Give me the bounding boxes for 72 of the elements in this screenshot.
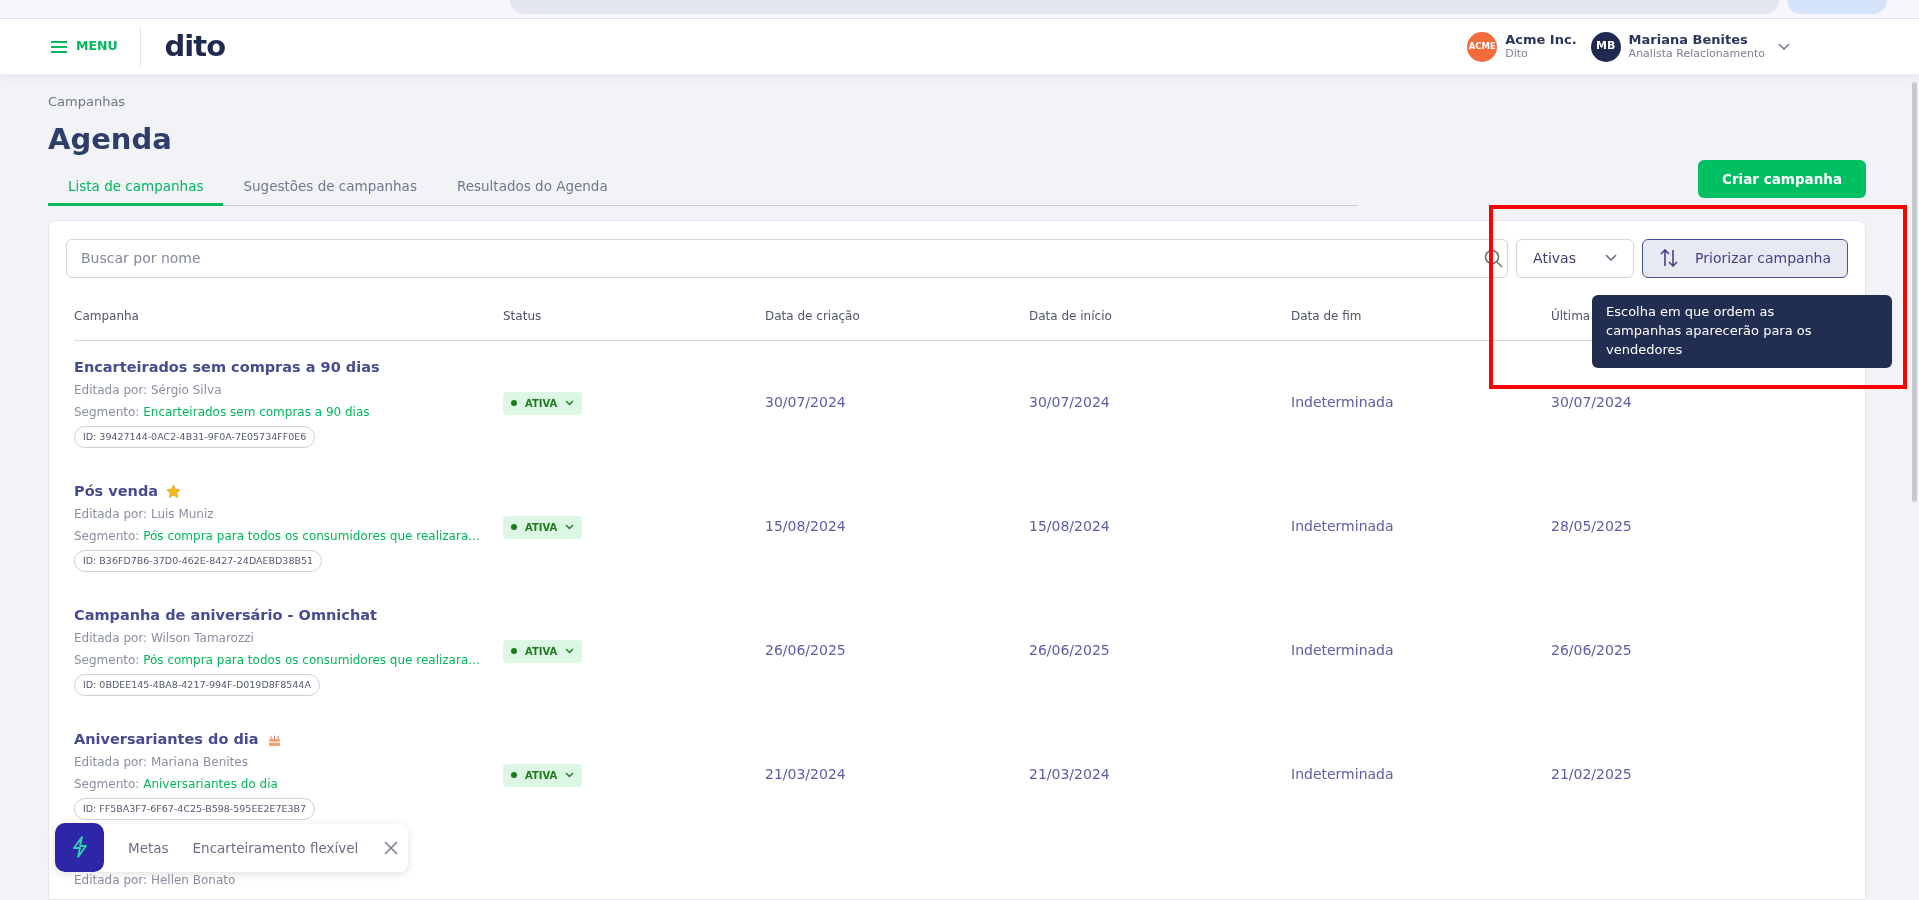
status-filter-select[interactable]: Ativas (1516, 238, 1635, 278)
date-cell: 15/08/2024 (765, 518, 846, 535)
column-header: Campanha (74, 308, 139, 323)
logo[interactable]: dito (164, 32, 226, 61)
chevron-down-icon[interactable] (1777, 41, 1791, 52)
tooltip: Escolha em que ordem as campanhas aparecerão para os vendedores (1592, 295, 1892, 368)
star-icon (166, 483, 182, 499)
account-name: Acme Inc. (1505, 31, 1577, 48)
date-cell: Indeterminada (1291, 394, 1394, 411)
breadcrumb[interactable]: Campanhas (48, 92, 1866, 112)
status-dropdown[interactable]: ATIVA (503, 515, 583, 539)
scrollbar[interactable] (1912, 82, 1917, 502)
date-cell: 26/06/2025 (1551, 642, 1632, 659)
date-cell: 26/06/2025 (1029, 642, 1110, 659)
date-cell: 30/07/2024 (765, 394, 846, 411)
column-header: Status (503, 308, 542, 323)
column-header: Última (1551, 308, 1591, 323)
chevron-down-icon (565, 524, 575, 531)
widget-link[interactable]: Metas (128, 837, 169, 859)
create-campaign-button[interactable]: Criar campanha (1698, 159, 1866, 198)
chevron-down-icon (565, 772, 575, 779)
chevron-down-icon (565, 400, 575, 407)
date-cell: Indeterminada (1291, 642, 1394, 659)
page-title: Agenda (48, 121, 173, 157)
account-subtitle: Dito (1505, 47, 1529, 62)
segment-text: Segmento: Pós compra para todos os consumidores que realizara... (74, 527, 481, 545)
campaign-title[interactable]: Campanha de aniversário - Omnichat (74, 605, 377, 625)
campaign-title[interactable]: Encarteirados sem compras a 90 dias (74, 357, 380, 377)
date-cell: Indeterminada (1291, 518, 1394, 535)
tab[interactable]: Resultados do Agenda (436, 175, 628, 206)
chevron-down-icon (1605, 254, 1618, 263)
search-icon (1484, 248, 1505, 269)
account-name: Mariana Benites (1628, 31, 1749, 48)
segment-text: Segmento: Pós compra para todos os consumidores que realizara... (74, 651, 481, 669)
column-header: Data de início (1029, 308, 1112, 323)
search-field[interactable]: Buscar por nome (66, 238, 1509, 278)
column-header: Data de criação (765, 308, 860, 323)
tab[interactable]: Lista de campanhas (48, 175, 224, 206)
sort-arrows-icon (1659, 248, 1680, 269)
status-dropdown[interactable]: ATIVA (503, 763, 583, 787)
avatar: MB (1590, 31, 1621, 62)
close-icon[interactable] (384, 841, 398, 855)
segment-text: Segmento: Encarteirados sem compras a 90 dias (74, 403, 371, 421)
editor-text: Editada por: Sérgio Silva (74, 381, 223, 399)
tab[interactable]: Sugestões de campanhas (223, 175, 437, 206)
status-dropdown[interactable]: ATIVA (503, 639, 583, 663)
chevron-down-icon (565, 648, 575, 655)
date-cell: 30/07/2024 (1029, 394, 1110, 411)
account-subtitle: Analista Relacionamento (1628, 47, 1765, 62)
widget-link[interactable]: Encarteiramento flexível (192, 837, 359, 859)
date-cell: 21/03/2024 (765, 766, 846, 783)
date-cell: 30/07/2024 (1551, 394, 1632, 411)
avatar: ACME (1467, 31, 1498, 62)
status-dropdown[interactable]: ATIVA (503, 391, 583, 415)
date-cell: Indeterminada (1291, 766, 1394, 783)
bolt-tile[interactable] (55, 822, 104, 872)
column-header: Data de fim (1291, 308, 1362, 323)
editor-text: Editada por: Hellen Bonato (74, 871, 237, 889)
prioritize-button[interactable]: Priorizar campanha (1642, 238, 1848, 278)
menu-icon (50, 39, 68, 54)
date-cell: 15/08/2024 (1029, 518, 1110, 535)
editor-text: Editada por: Luis Muniz (74, 505, 215, 523)
date-cell: 28/05/2025 (1551, 518, 1632, 535)
menu-button[interactable]: MENU (50, 37, 118, 56)
date-cell: 21/02/2025 (1551, 766, 1632, 783)
segment-text: Segmento: Aniversariantes do dia (74, 775, 279, 793)
date-cell: 21/03/2024 (1029, 766, 1110, 783)
editor-text: Editada por: Wilson Tamarozzi (74, 629, 255, 647)
campaign-title[interactable]: Pós venda (74, 481, 159, 501)
editor-text: Editada por: Mariana Benites (74, 753, 249, 771)
date-cell: 26/06/2025 (765, 642, 846, 659)
campaign-title[interactable]: Aniversariantes do dia (74, 729, 259, 749)
